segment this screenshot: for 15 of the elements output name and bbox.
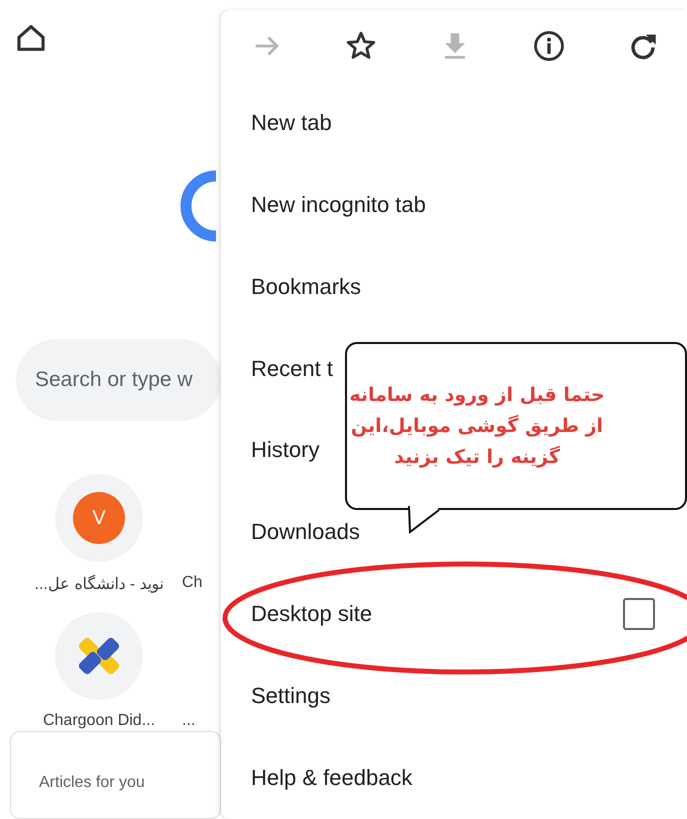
menu-item[interactable]: New incognito tab <box>221 164 687 246</box>
menu-item[interactable]: Help & feedback <box>221 737 687 819</box>
menu-item[interactable]: New tab <box>221 82 687 164</box>
shortcut-label[interactable]: ... <box>182 712 196 730</box>
shortcut-label[interactable]: Ch <box>182 574 202 592</box>
menu-item[interactable]: Settings <box>221 655 687 738</box>
letter-badge: V <box>73 492 125 544</box>
search-field[interactable]: Search or type w <box>16 339 221 421</box>
shortcut-label[interactable]: Chargoon Did... <box>42 712 156 730</box>
info-icon[interactable] <box>532 28 566 63</box>
checkbox[interactable] <box>623 598 655 630</box>
articles-heading: Articles for you <box>39 774 145 791</box>
shortcut-label[interactable]: نوید - دانشگاه عل... <box>34 574 164 594</box>
callout-text: حتما قبل از ورود به سامانه از طریق گوشی موبایل،این گزینه را تیک بزنید <box>348 383 606 470</box>
menu-item[interactable]: Bookmarks <box>221 246 687 328</box>
